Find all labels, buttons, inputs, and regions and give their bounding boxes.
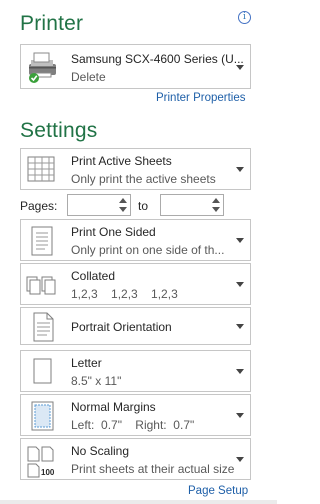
print-what-dropdown[interactable]: Print Active Sheets Only print the activ… [20, 148, 251, 190]
collation-subtitle: 1,2,3 1,2,3 1,2,3 [71, 287, 178, 301]
sides-dropdown[interactable]: Print One Sided Only print on one side o… [20, 219, 251, 261]
page-setup-link[interactable]: Page Setup [188, 485, 248, 497]
pages-to-label: to [138, 199, 149, 213]
chevron-down-icon [236, 238, 244, 243]
orientation-title: Portrait Orientation [71, 320, 172, 334]
printer-icon [29, 52, 56, 83]
info-icon[interactable]: i [238, 11, 251, 24]
paper-title: Letter [71, 356, 102, 370]
printer-status: Delete [71, 70, 106, 84]
print-what-subtitle: Only print the active sheets [71, 172, 216, 186]
margins-dropdown[interactable]: Normal Margins Left: 0.7" Right: 0.7" [20, 394, 251, 436]
scaling-title: No Scaling [71, 444, 130, 458]
collation-title: Collated [71, 269, 116, 283]
scaling-icon-text: 100 [41, 468, 55, 477]
print-what-title: Print Active Sheets [71, 154, 172, 168]
chevron-down-icon [236, 282, 244, 287]
spin-up-icon[interactable] [212, 198, 220, 203]
no-scaling-icon: 100 [27, 446, 55, 478]
pages-from-input[interactable] [67, 194, 131, 216]
chevron-down-icon [236, 65, 244, 70]
chevron-down-icon [236, 324, 244, 329]
chevron-down-icon [236, 167, 244, 172]
chevron-down-icon [236, 413, 244, 418]
portrait-orientation-icon [33, 312, 54, 342]
one-sided-icon [31, 226, 53, 256]
chevron-down-icon [236, 369, 244, 374]
paper-subtitle: 8.5" x 11" [71, 374, 122, 388]
paper-size-dropdown[interactable]: Letter 8.5" x 11" [20, 350, 251, 392]
margins-subtitle: Left: 0.7" Right: 0.7" [71, 418, 195, 432]
spin-down-icon[interactable] [119, 207, 127, 212]
margins-icon [31, 401, 54, 431]
scaling-subtitle: Print sheets at their actual size [71, 462, 235, 476]
pages-to-input[interactable] [160, 194, 224, 216]
orientation-dropdown[interactable]: Portrait Orientation [20, 307, 251, 345]
collated-icon [26, 276, 56, 295]
margins-title: Normal Margins [71, 400, 156, 414]
pages-label: Pages: [20, 199, 58, 213]
printer-heading: Printer [20, 12, 84, 35]
active-sheets-icon [27, 156, 55, 182]
letter-paper-icon [33, 358, 52, 384]
spin-down-icon[interactable] [212, 207, 220, 212]
sides-title: Print One Sided [71, 225, 156, 239]
printer-name: Samsung SCX-4600 Series (U... [71, 52, 244, 66]
spin-up-icon[interactable] [119, 198, 127, 203]
settings-heading: Settings [20, 119, 98, 142]
bottom-divider [0, 500, 277, 504]
scaling-dropdown[interactable]: 100 No Scaling Print sheets at their act… [20, 438, 251, 480]
chevron-down-icon [236, 457, 244, 462]
collation-dropdown[interactable]: Collated 1,2,3 1,2,3 1,2,3 [20, 263, 251, 305]
printer-properties-link[interactable]: Printer Properties [156, 92, 245, 104]
sides-subtitle: Only print on one side of th... [71, 243, 225, 257]
printer-dropdown[interactable]: Samsung SCX-4600 Series (U... Delete [20, 44, 251, 89]
